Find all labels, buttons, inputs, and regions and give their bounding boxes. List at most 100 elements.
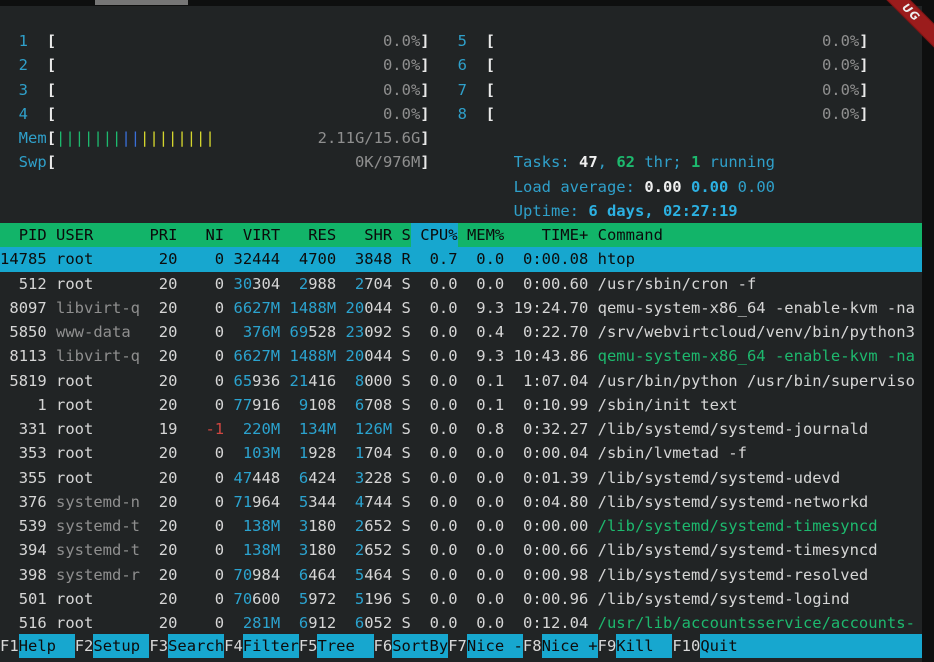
cell-user: root	[47, 611, 140, 635]
column-header-pid[interactable]: PID	[0, 223, 47, 247]
cell-user: libvirt-q	[47, 344, 140, 368]
fnlabel-search[interactable]: Search	[168, 634, 224, 658]
fnlabel-tree[interactable]: Tree	[317, 634, 373, 658]
cell-res: 5972	[280, 587, 336, 611]
cell-ni: 0	[177, 466, 224, 490]
fnkey-f1[interactable]: F1	[0, 634, 19, 658]
fnlabel-sortby[interactable]: SortBy	[392, 634, 448, 658]
cell-pri: 20	[140, 563, 177, 587]
fnlabel-quit[interactable]: Quit	[700, 634, 922, 658]
column-header-shr[interactable]: SHR	[336, 223, 392, 247]
column-header-res[interactable]: RES	[280, 223, 336, 247]
column-header-cpu-sorted[interactable]: CPU%	[411, 223, 458, 247]
cell-res: 3180	[280, 538, 336, 562]
cell-command: qemu-system-x86_64 -enable-kvm -na	[588, 344, 922, 368]
process-row-331[interactable]: 331root19-1220M134M126MS0.00.80:32.27/li…	[0, 417, 922, 441]
cell-command: /lib/systemd/systemd-journald	[588, 417, 922, 441]
column-header-state[interactable]: S	[392, 223, 411, 247]
cell-user: systemd-n	[47, 490, 140, 514]
cell-pid: 398	[0, 563, 47, 587]
cell-ni: 0	[177, 320, 224, 344]
cell-mem: 9.3	[458, 344, 505, 368]
process-row-8097[interactable]: 8097libvirt-q2006627M1488M20044S0.09.319…	[0, 296, 922, 320]
cell-mem: 0.1	[458, 369, 505, 393]
fnkey-f8[interactable]: F8	[523, 634, 542, 658]
process-row-539[interactable]: 539systemd-t200138M31802652S0.00.00:00.0…	[0, 514, 922, 538]
cell-res: 3180	[280, 514, 336, 538]
cpu-meter-6: 6[0.0%]	[458, 53, 869, 77]
cell-mem: 9.3	[458, 296, 505, 320]
process-row-5819[interactable]: 5819root20065936214168000S0.00.11:07.04/…	[0, 369, 922, 393]
cell-mem: 0.0	[458, 441, 505, 465]
cell-virt: 6627M	[224, 296, 280, 320]
cell-shr: 3848	[336, 247, 392, 271]
cell-virt: 77916	[224, 393, 280, 417]
cell-pri: 20	[140, 490, 177, 514]
cell-state: S	[392, 296, 411, 320]
cell-pri: 20	[140, 369, 177, 393]
fnlabel-kill[interactable]: Kill	[616, 634, 672, 658]
process-row-398[interactable]: 398systemd-r2007098464645464S0.00.00:00.…	[0, 563, 922, 587]
process-row-1[interactable]: 1root2007791691086708S0.00.10:10.99/sbin…	[0, 393, 922, 417]
cell-ni: 0	[177, 490, 224, 514]
cell-mem: 0.8	[458, 417, 505, 441]
fnlabel-nice-[interactable]: Nice -	[467, 634, 523, 658]
cell-command: /sbin/init text	[588, 393, 922, 417]
cpu-meter-5-close-bracket: ]	[859, 29, 868, 53]
cell-ni: 0	[177, 296, 224, 320]
cell-time: 0:00.08	[504, 247, 588, 271]
fnkey-f10[interactable]: F10	[672, 634, 700, 658]
cell-virt: 65936	[224, 369, 280, 393]
column-header-time[interactable]: TIME+	[504, 223, 588, 247]
process-row-5850[interactable]: 5850www-data200376M6952823092S0.00.40:22…	[0, 320, 922, 344]
fnkey-f5[interactable]: F5	[299, 634, 318, 658]
process-row-353[interactable]: 353root200103M19281704S0.00.00:00.04/sbi…	[0, 441, 922, 465]
fnkey-f9[interactable]: F9	[598, 634, 617, 658]
fnlabel-filter[interactable]: Filter	[243, 634, 299, 658]
process-row-14785[interactable]: 14785root2003244447003848R0.70.00:00.08h…	[0, 247, 922, 271]
process-row-376[interactable]: 376systemd-n2007196453444744S0.00.00:04.…	[0, 490, 922, 514]
fnkey-f6[interactable]: F6	[374, 634, 393, 658]
cell-state: S	[392, 344, 411, 368]
cell-time: 0:12.04	[504, 611, 588, 635]
column-header-ni[interactable]: NI	[177, 223, 224, 247]
cell-res: 6424	[280, 466, 336, 490]
column-header-virt[interactable]: VIRT	[224, 223, 280, 247]
debug-ribbon-label: UG	[899, 1, 922, 24]
column-header-user[interactable]: USER	[47, 223, 140, 247]
column-header-command[interactable]: Command	[588, 223, 922, 247]
cell-pri: 20	[140, 514, 177, 538]
cell-pid: 394	[0, 538, 47, 562]
cell-mem: 0.4	[458, 320, 505, 344]
column-header-mem[interactable]: MEM%	[458, 223, 505, 247]
cell-virt: 138M	[224, 538, 280, 562]
fnkey-f2[interactable]: F2	[75, 634, 94, 658]
cpu-meter-8-value: 0.0%	[822, 102, 859, 126]
cpu-meter-3-value: 0.0%	[383, 78, 420, 102]
cell-virt: 376M	[224, 320, 280, 344]
process-row-501[interactable]: 501root2007060059725196S0.00.00:00.96/li…	[0, 587, 922, 611]
cell-cpu: 0.7	[411, 247, 458, 271]
process-row-516[interactable]: 516root200281M69126052S0.00.00:12.04/usr…	[0, 611, 922, 635]
cell-virt: 71964	[224, 490, 280, 514]
fnkey-f7[interactable]: F7	[448, 634, 467, 658]
cpu-meter-1-label: 1	[19, 29, 47, 53]
process-row-394[interactable]: 394systemd-t200138M31802652S0.00.00:00.6…	[0, 538, 922, 562]
fnlabel-nice-[interactable]: Nice +	[542, 634, 598, 658]
cpu-meter-4-label: 4	[19, 102, 47, 126]
fnlabel-setup[interactable]: Setup	[93, 634, 149, 658]
fnkey-f3[interactable]: F3	[149, 634, 168, 658]
cpu-meter-7-value: 0.0%	[822, 78, 859, 102]
cell-res: 1488M	[280, 344, 336, 368]
cell-res: 134M	[280, 417, 336, 441]
cell-state: S	[392, 490, 411, 514]
cell-time: 1:07.04	[504, 369, 588, 393]
column-header-pri[interactable]: PRI	[140, 223, 177, 247]
cell-pid: 1	[0, 393, 47, 417]
process-row-512[interactable]: 512root2003030429882704S0.00.00:00.60/us…	[0, 272, 922, 296]
process-row-8113[interactable]: 8113libvirt-q2006627M1488M20044S0.09.310…	[0, 344, 922, 368]
process-row-355[interactable]: 355root2004744864243228S0.00.00:01.39/li…	[0, 466, 922, 490]
fnkey-f4[interactable]: F4	[224, 634, 243, 658]
cell-shr: 2652	[336, 538, 392, 562]
fnlabel-help[interactable]: Help	[19, 634, 75, 658]
